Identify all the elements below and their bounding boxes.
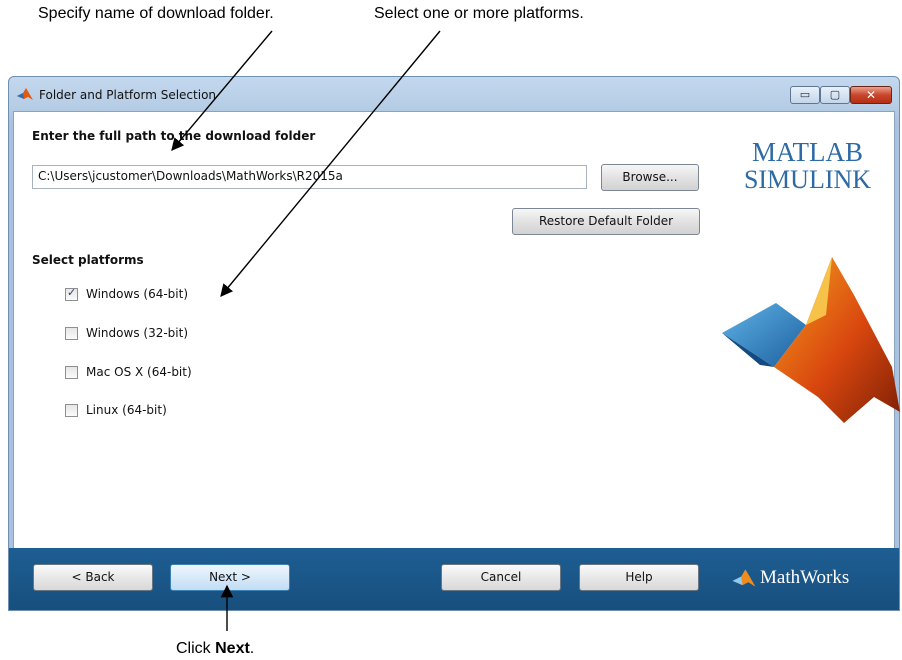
close-button[interactable]: ✕ [850, 86, 892, 104]
simulink-wordmark: SIMULINK [743, 165, 872, 194]
select-platforms-label: Select platforms [32, 253, 144, 267]
maximize-icon: ▢ [829, 88, 841, 101]
window-title: Folder and Platform Selection [39, 88, 217, 102]
minimize-icon: ▭ [799, 88, 811, 101]
matlab-simulink-logo: MATLAB SIMULINK [720, 138, 895, 194]
dialog-window: Folder and Platform Selection ▭ ▢ ✕ Ente… [8, 76, 900, 611]
annotation-folder: Specify name of download folder. [38, 5, 274, 22]
mathworks-logo-icon [732, 569, 756, 587]
checkbox-linux-64[interactable] [65, 404, 78, 417]
close-icon: ✕ [865, 88, 877, 102]
minimize-button[interactable]: ▭ [790, 86, 820, 104]
maximize-button[interactable]: ▢ [820, 86, 850, 104]
annotation-click-strong: Next [215, 640, 250, 657]
annotation-click-next: Click Next. [176, 640, 254, 658]
annotation-platforms: Select one or more platforms. [374, 5, 584, 22]
title-bar[interactable]: Folder and Platform Selection ▭ ▢ ✕ [9, 77, 899, 111]
annotation-click-prefix: Click [176, 640, 216, 657]
cancel-button[interactable]: Cancel [441, 564, 561, 591]
matlab-membrane-graphic [722, 257, 900, 423]
browse-button[interactable]: Browse... [601, 164, 699, 191]
checkbox-windows-64[interactable] [65, 286, 78, 301]
checkbox-windows-32[interactable] [65, 327, 78, 340]
checkbox-mac-64[interactable] [65, 366, 78, 379]
mathworks-wordmark: MathWorks [760, 567, 850, 588]
platform-label: Linux (64-bit) [86, 403, 167, 417]
matlab-wordmark: MATLAB [751, 137, 863, 167]
download-folder-label: Enter the full path to the download fold… [32, 129, 316, 143]
download-folder-input[interactable]: C:\Users\jcustomer\Downloads\MathWorks\R… [32, 165, 587, 189]
help-button[interactable]: Help [579, 564, 699, 591]
dialog-body: Enter the full path to the download fold… [13, 111, 900, 604]
annotation-click-suffix: . [249, 640, 255, 657]
platform-label: Windows (64-bit) [86, 287, 188, 301]
matlab-membrane-icon [17, 88, 33, 100]
next-button[interactable]: Next > [170, 564, 290, 591]
mathworks-logo: MathWorks [732, 567, 849, 588]
platform-label: Windows (32-bit) [86, 326, 188, 340]
back-button[interactable]: < Back [33, 564, 153, 591]
restore-default-folder-button[interactable]: Restore Default Folder [512, 208, 700, 235]
footer-bar: < Back Next > Cancel Help MathWorks [9, 548, 899, 610]
platform-label: Mac OS X (64-bit) [86, 365, 192, 379]
